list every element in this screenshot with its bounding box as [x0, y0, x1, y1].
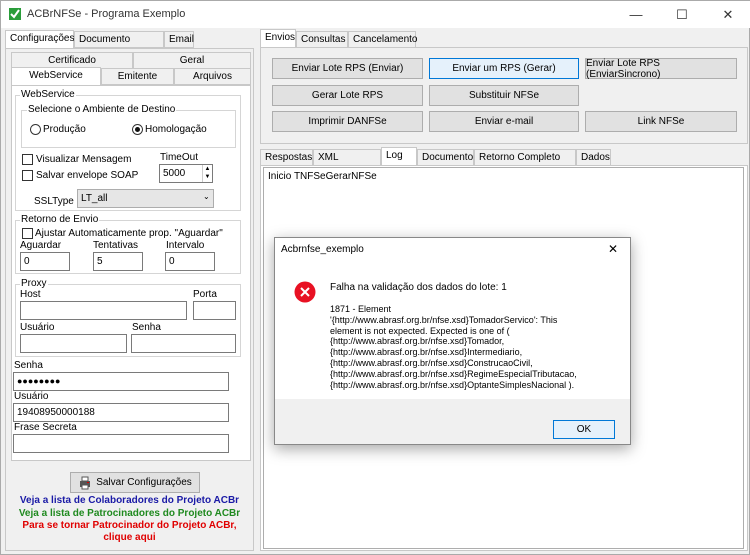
tab-respostas[interactable]: Respostas [260, 149, 313, 166]
ok-button[interactable]: OK [553, 420, 615, 439]
dialog-close-button[interactable]: ✕ [608, 242, 618, 256]
timeout-label: TimeOut [160, 152, 198, 163]
salvar-configuracoes-button[interactable]: Salvar Configurações [70, 472, 200, 493]
tab-xml-resposta[interactable]: XML Resposta [313, 149, 381, 178]
intervalo-label: Intervalo [166, 240, 205, 251]
gerar-lote-rps-button[interactable]: Gerar Lote RPS [272, 85, 423, 106]
tentativas-label: Tentativas [93, 240, 139, 251]
dialog-message: 1871 - Element '{http://www.abrasf.org.b… [330, 304, 577, 390]
frase-secreta-label: Frase Secreta [14, 422, 77, 433]
proxy-usuario-label: Usuário [20, 322, 55, 333]
tab-consultas[interactable]: Consultas [296, 31, 348, 48]
subtab-webservice[interactable]: WebService [11, 67, 101, 86]
tab-documento-auxiliar[interactable]: Documento Auxiliar [74, 31, 164, 60]
tab-email[interactable]: Email [164, 31, 194, 48]
dialog-line: {http://www.abrasf.org.br/nfse.xsd}Tomad… [330, 336, 505, 347]
aguardar-label: Aguardar [20, 240, 62, 251]
producao-label: Produção [43, 124, 86, 135]
subtab-geral[interactable]: Geral [133, 52, 251, 69]
retorno-group-label: Retorno de Envio [20, 214, 100, 225]
checkbox-salvar-envelope[interactable] [22, 170, 33, 181]
intervalo-input[interactable]: 0 [165, 252, 215, 271]
host-input[interactable] [20, 301, 187, 320]
dialog-line: 1871 - Element [330, 304, 392, 314]
proxy-usuario-input[interactable] [20, 334, 127, 353]
tab-log[interactable]: Log [381, 147, 417, 166]
tab-envios[interactable]: Envios [260, 29, 296, 48]
dialog-line: {http://www.abrasf.org.br/nfse.xsd}Optan… [330, 379, 575, 390]
maximize-button[interactable]: ☐ [659, 1, 705, 28]
ambiente-label: Selecione o Ambiente de Destino [27, 104, 177, 115]
checkbox-ajustar[interactable] [22, 228, 33, 239]
radio-producao[interactable] [30, 124, 41, 135]
dialog-title: Acbrnfse_exemplo [281, 244, 364, 255]
link-patrocinar-line2[interactable]: clique aqui [5, 532, 254, 543]
radio-homologacao[interactable] [132, 124, 143, 135]
tab-documento[interactable]: Documento [417, 149, 474, 166]
tab-dados[interactable]: Dados [576, 149, 611, 166]
link-nfse-button[interactable]: Link NFSe [585, 111, 737, 132]
dialog-line: element is not expected. Expected is one… [330, 325, 510, 336]
enviar-lote-rps-button[interactable]: Enviar Lote RPS (Enviar) [272, 58, 423, 79]
tab-retorno-completo-ws[interactable]: Retorno Completo WS [474, 149, 576, 178]
tab-configuracoes[interactable]: Configurações [5, 30, 74, 49]
aguardar-input[interactable]: 0 [20, 252, 70, 271]
usuario-input[interactable]: 19408950000188 [13, 403, 229, 422]
dialog-line: {http://www.abrasf.org.br/nfse.xsd}Const… [330, 357, 533, 368]
save-printer-icon [80, 476, 91, 489]
senha-label: Senha [14, 360, 43, 371]
tab-cancelamento[interactable]: Cancelamento [348, 31, 417, 48]
app-icon [9, 8, 21, 20]
enviar-um-rps-button[interactable]: Enviar um RPS (Gerar) [429, 58, 579, 79]
ssltype-select[interactable]: LT_all [77, 189, 214, 208]
ssltype-label: SSLType [34, 196, 74, 207]
visualizar-label: Visualizar Mensagem [36, 154, 132, 165]
proxy-senha-input[interactable] [131, 334, 236, 353]
enviar-lote-sincrono-button[interactable]: Enviar Lote RPS (EnviarSincrono) [585, 58, 737, 80]
error-dialog: Acbrnfse_exemplo ✕ Falha na validação do… [274, 237, 631, 445]
salvar-configuracoes-label: Salvar Configurações [96, 477, 192, 488]
proxy-senha-label: Senha [132, 322, 161, 333]
title-bar: ACBrNFSe - Programa Exemplo — ☐ ✕ [1, 1, 750, 28]
senha-input[interactable]: ●●●●●●●● [13, 372, 229, 391]
chevron-down-icon: ⌄ [203, 192, 210, 201]
dialog-line: {http://www.abrasf.org.br/nfse.xsd}Regim… [330, 368, 577, 379]
timeout-spin-icon[interactable]: ▲ ▼ [202, 165, 212, 182]
frase-secreta-input[interactable] [13, 434, 229, 453]
checkbox-visualizar[interactable] [22, 154, 33, 165]
porta-input[interactable] [193, 301, 236, 320]
imprimir-danfse-button[interactable]: Imprimir DANFSe [272, 111, 423, 132]
usuario-label: Usuário [14, 391, 49, 402]
subtab-emitente[interactable]: Emitente [101, 68, 174, 85]
dialog-heading: Falha na validação dos dados do lote: 1 [330, 282, 507, 293]
proxy-group-label: Proxy [20, 278, 48, 289]
webservice-group-label: WebService [20, 89, 76, 100]
substituir-nfse-button[interactable]: Substituir NFSe [429, 85, 579, 106]
link-patrocinar-line1[interactable]: Para se tornar Patrocinador do Projeto A… [5, 520, 254, 531]
close-button[interactable]: ✕ [705, 1, 750, 28]
porta-label: Porta [193, 289, 217, 300]
host-label: Host [20, 289, 41, 300]
tentativas-input[interactable]: 5 [93, 252, 143, 271]
homologacao-label: Homologação [145, 124, 207, 135]
ajustar-label: Ajustar Automaticamente prop. "Aguardar" [35, 228, 223, 239]
error-icon [294, 281, 316, 303]
minimize-button[interactable]: — [613, 1, 659, 28]
salvar-envelope-label: Salvar envelope SOAP [36, 170, 139, 181]
enviar-email-button[interactable]: Enviar e-mail [429, 111, 579, 132]
window-title: ACBrNFSe - Programa Exemplo [27, 8, 186, 20]
link-patrocinadores[interactable]: Veja a lista de Patrocinadores do Projet… [5, 508, 254, 519]
subtab-arquivos[interactable]: Arquivos [174, 68, 251, 85]
dialog-line: {http://www.abrasf.org.br/nfse.xsd}Inter… [330, 347, 523, 358]
link-colaboradores[interactable]: Veja a lista de Colaboradores do Projeto… [5, 495, 254, 506]
dialog-line: '{http://www.abrasf.org.br/nfse.xsd}Toma… [330, 314, 558, 325]
